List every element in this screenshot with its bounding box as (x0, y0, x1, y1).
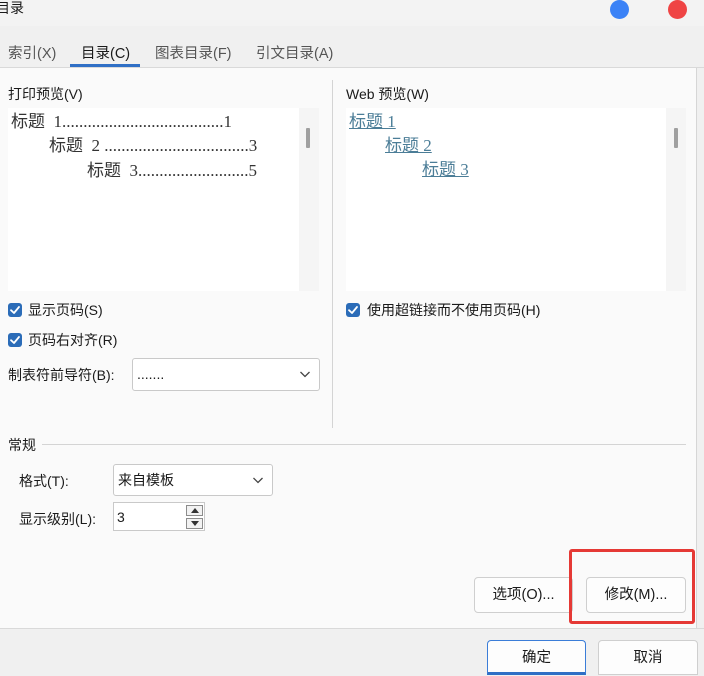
close-icon[interactable] (668, 0, 687, 19)
print-preview-scrollbar[interactable] (299, 108, 319, 291)
format-select[interactable]: 来自模板 (113, 464, 273, 496)
tab-table-of-authorities[interactable]: 引文目录(A) (256, 45, 333, 63)
use-hyperlinks-checkbox[interactable] (346, 303, 360, 317)
print-preview-line: 标题 1....................................… (11, 112, 232, 131)
options-button[interactable]: 选项(O)... (474, 577, 573, 613)
web-preview-box: 标题 1 标题 2 标题 3 (346, 108, 686, 291)
highlight-box (569, 549, 695, 624)
cancel-button[interactable]: 取消 (598, 640, 698, 675)
cancel-button-label: 取消 (633, 650, 663, 666)
web-preview-link[interactable]: 标题 2 (385, 136, 432, 156)
use-hyperlinks-label[interactable]: 使用超链接而不使用页码(H) (367, 301, 540, 319)
triangle-up-icon (191, 508, 199, 513)
options-button-label: 选项(O)... (492, 587, 555, 603)
triangle-down-icon (191, 521, 199, 526)
print-preview-line: 标题 3..........................5 (87, 161, 257, 180)
tab-table-of-figures[interactable]: 图表目录(F) (155, 45, 232, 63)
scroll-thumb[interactable] (306, 128, 310, 148)
checkmark-icon (10, 336, 20, 344)
tab-index[interactable]: 索引(X) (8, 45, 56, 63)
title-bar: 目录 (0, 0, 704, 26)
levels-value: 3 (117, 509, 125, 525)
column-divider (332, 80, 333, 428)
right-align-label[interactable]: 页码右对齐(R) (28, 331, 117, 349)
tab-leader-label: 制表符前导符(B): (8, 367, 115, 383)
window-title: 目录 (0, 0, 24, 16)
format-value: 来自模板 (118, 472, 174, 488)
print-preview-label: 打印预览(V) (8, 86, 83, 102)
tab-toc[interactable]: 目录(C) (81, 45, 130, 63)
checkmark-icon (10, 306, 20, 314)
web-preview-scrollbar[interactable] (666, 108, 686, 291)
show-page-numbers-label[interactable]: 显示页码(S) (28, 301, 103, 319)
chevron-down-icon (300, 371, 310, 378)
window-control-blue-icon[interactable] (610, 0, 629, 19)
ok-button[interactable]: 确定 (487, 640, 586, 675)
format-label: 格式(T): (19, 473, 69, 489)
web-preview-link[interactable]: 标题 3 (422, 160, 469, 180)
chevron-down-icon (253, 477, 263, 484)
levels-input[interactable]: 3 (113, 502, 205, 531)
print-preview-box: 标题 1....................................… (8, 108, 319, 291)
tab-leader-value: ....... (137, 366, 165, 382)
web-preview-link[interactable]: 标题 1 (349, 112, 396, 132)
general-divider (42, 444, 686, 445)
tab-leader-select[interactable]: ....... (132, 358, 320, 391)
spin-down-button[interactable] (186, 518, 203, 529)
web-preview-label: Web 预览(W) (346, 86, 429, 102)
show-page-numbers-checkbox[interactable] (8, 303, 22, 317)
right-align-checkbox[interactable] (8, 333, 22, 347)
checkmark-icon (348, 306, 358, 314)
print-preview-line: 标题 2 ..................................3 (49, 136, 258, 155)
scroll-thumb[interactable] (674, 128, 678, 148)
spin-up-button[interactable] (186, 505, 203, 516)
general-heading: 常规 (8, 437, 36, 453)
ok-button-label: 确定 (522, 650, 551, 666)
levels-label: 显示级别(L): (19, 511, 96, 527)
